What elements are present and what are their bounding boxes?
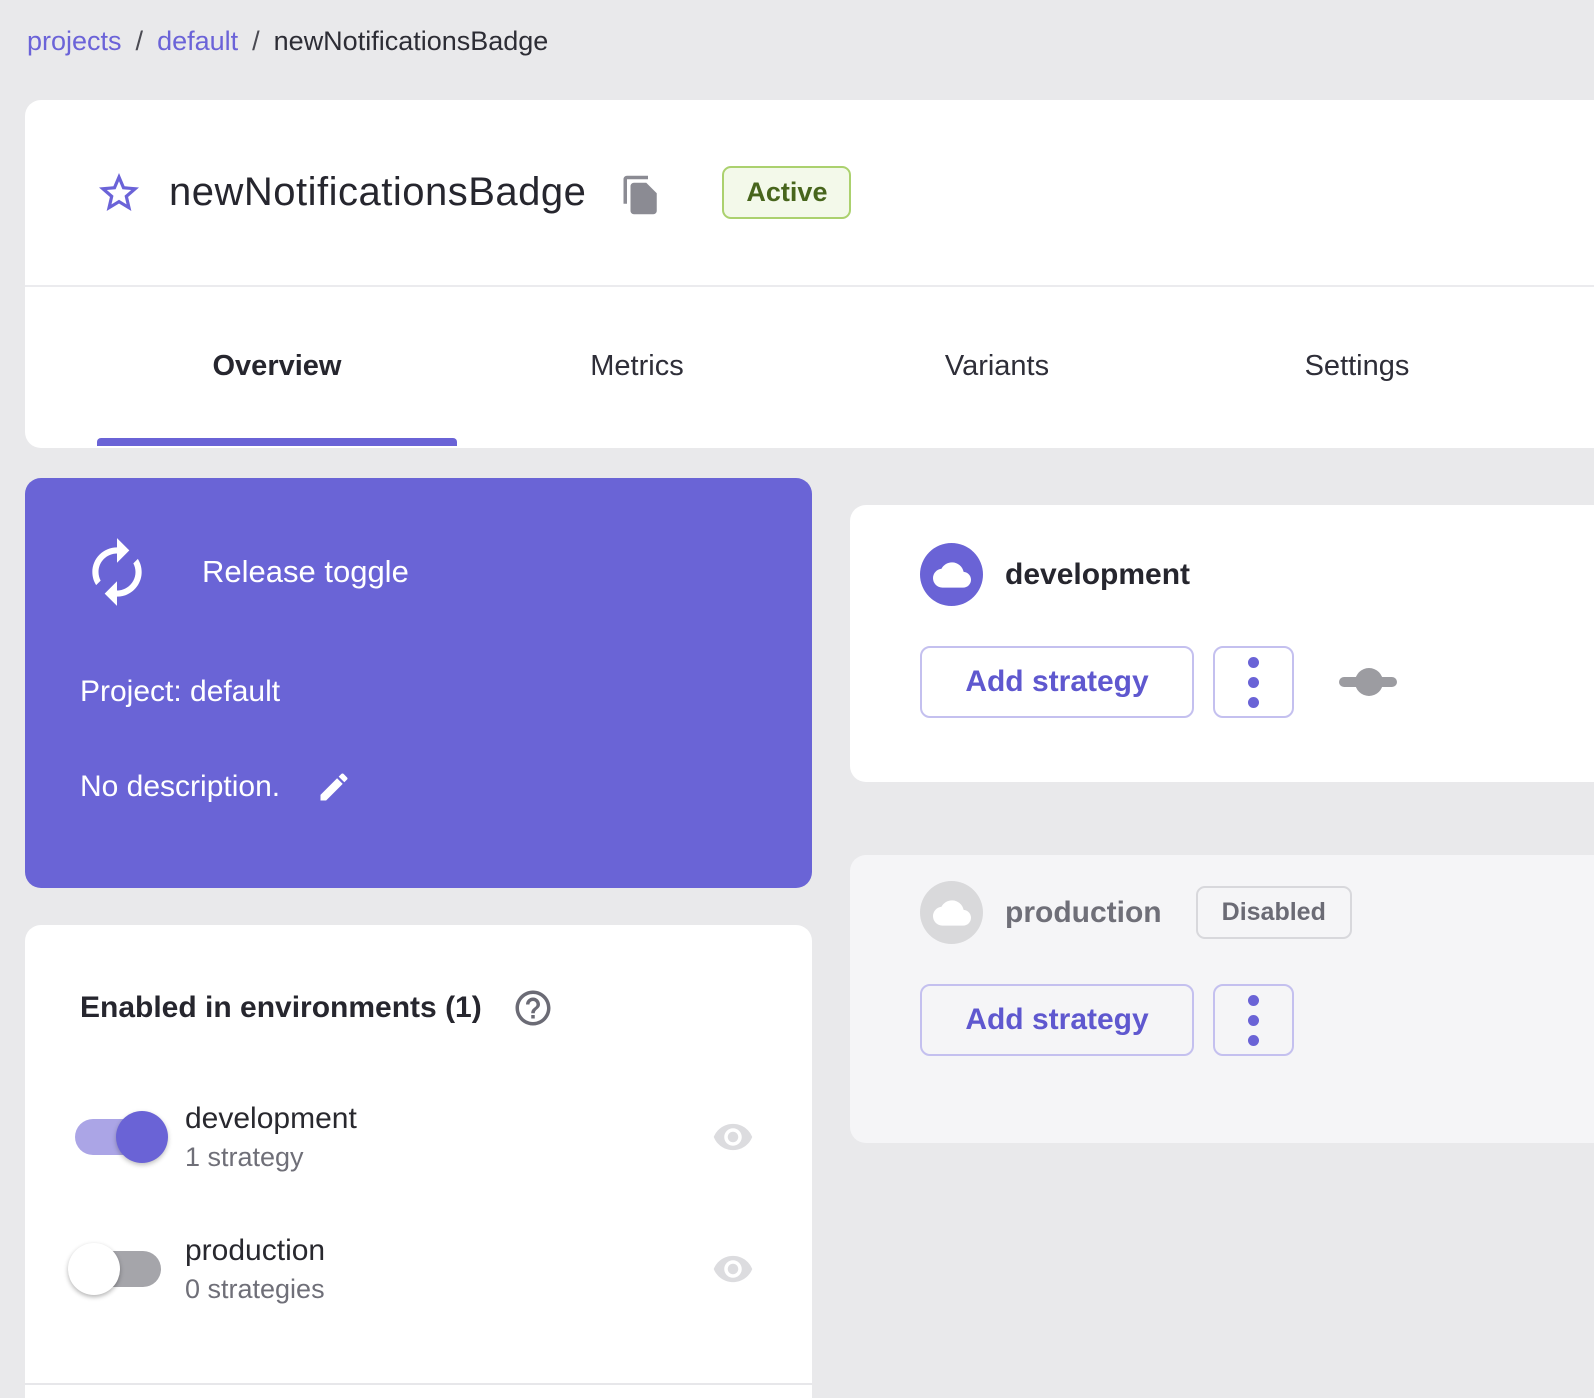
feature-title-row: newNotificationsBadge Active bbox=[25, 100, 1594, 287]
env-strategy-count: 1 strategy bbox=[185, 1142, 357, 1173]
eye-icon bbox=[712, 1248, 754, 1290]
tab-variants-label: Variants bbox=[945, 350, 1049, 383]
help-icon bbox=[512, 987, 554, 1029]
breadcrumb-current: newNotificationsBadge bbox=[274, 26, 549, 57]
panel-env-name: development bbox=[1005, 558, 1190, 592]
add-strategy-button[interactable]: Add strategy bbox=[920, 646, 1194, 718]
cloud-icon bbox=[920, 543, 983, 606]
kebab-icon bbox=[1248, 995, 1259, 1046]
environment-menu-button[interactable] bbox=[1213, 984, 1294, 1056]
toggle-type-row: Release toggle bbox=[80, 535, 757, 609]
pencil-icon bbox=[316, 769, 352, 805]
status-badge: Active bbox=[722, 166, 851, 219]
active-tab-indicator bbox=[97, 438, 457, 446]
env-name: development bbox=[185, 1102, 357, 1136]
project-label: Project: default bbox=[80, 675, 757, 709]
rollout-slider-icon bbox=[1339, 668, 1397, 696]
development-strategies-panel: development Add strategy bbox=[850, 505, 1594, 782]
enabled-environments-card: Enabled in environments (1) development … bbox=[25, 925, 812, 1398]
breadcrumb-link-default[interactable]: default bbox=[157, 26, 238, 57]
tab-metrics[interactable]: Metrics bbox=[457, 287, 817, 446]
star-icon bbox=[95, 169, 143, 217]
toggle-type-label: Release toggle bbox=[202, 554, 409, 590]
tab-metrics-label: Metrics bbox=[590, 350, 683, 383]
environment-menu-button[interactable] bbox=[1213, 646, 1294, 718]
favorite-button[interactable] bbox=[95, 169, 143, 217]
toggle-knob bbox=[68, 1243, 120, 1295]
kebab-icon bbox=[1248, 657, 1259, 708]
production-toggle[interactable] bbox=[75, 1251, 161, 1287]
tab-overview-label: Overview bbox=[213, 350, 342, 383]
env-name: production bbox=[185, 1234, 325, 1268]
disabled-badge: Disabled bbox=[1196, 886, 1352, 939]
tab-overview[interactable]: Overview bbox=[97, 287, 457, 446]
env-labels: production 0 strategies bbox=[185, 1234, 325, 1305]
card-divider bbox=[25, 1383, 812, 1385]
env-heading-row: Enabled in environments (1) bbox=[25, 925, 812, 1029]
feature-summary-card: Release toggle Project: default No descr… bbox=[25, 478, 812, 888]
panel-actions: Add strategy bbox=[920, 984, 1594, 1056]
toggle-knob bbox=[116, 1111, 168, 1163]
visibility-button[interactable] bbox=[712, 1116, 754, 1158]
add-strategy-button[interactable]: Add strategy bbox=[920, 984, 1194, 1056]
visibility-button[interactable] bbox=[712, 1248, 754, 1290]
description-row: No description. bbox=[80, 769, 757, 805]
copy-icon bbox=[620, 174, 662, 216]
eye-icon bbox=[712, 1116, 754, 1158]
feature-header-card: newNotificationsBadge Active Overview Me… bbox=[25, 100, 1594, 448]
production-strategies-panel: production Disabled Add strategy bbox=[850, 855, 1594, 1143]
page-title: newNotificationsBadge bbox=[169, 170, 586, 215]
cloud-icon bbox=[920, 881, 983, 944]
breadcrumb-separator: / bbox=[252, 26, 260, 57]
help-button[interactable] bbox=[512, 987, 554, 1029]
copy-name-button[interactable] bbox=[620, 174, 662, 216]
autorenew-icon bbox=[80, 535, 154, 609]
edit-description-button[interactable] bbox=[316, 769, 352, 805]
env-labels: development 1 strategy bbox=[185, 1102, 357, 1173]
env-card-heading: Enabled in environments (1) bbox=[80, 991, 482, 1025]
description-text: No description. bbox=[80, 770, 280, 804]
tab-settings[interactable]: Settings bbox=[1177, 287, 1537, 446]
tab-settings-label: Settings bbox=[1305, 350, 1410, 383]
panel-actions: Add strategy bbox=[920, 646, 1594, 718]
panel-header: development bbox=[920, 505, 1594, 606]
development-toggle[interactable] bbox=[75, 1119, 161, 1155]
env-strategy-count: 0 strategies bbox=[185, 1274, 325, 1305]
panel-header: production Disabled bbox=[920, 855, 1594, 944]
tab-bar: Overview Metrics Variants Settings bbox=[25, 287, 1594, 446]
panel-env-name: production bbox=[1005, 896, 1162, 930]
breadcrumb-link-projects[interactable]: projects bbox=[27, 26, 122, 57]
breadcrumb: projects / default / newNotificationsBad… bbox=[27, 26, 548, 57]
tab-variants[interactable]: Variants bbox=[817, 287, 1177, 446]
env-row-production: production 0 strategies bbox=[25, 1221, 812, 1317]
breadcrumb-separator: / bbox=[136, 26, 144, 57]
env-row-development: development 1 strategy bbox=[25, 1089, 812, 1185]
